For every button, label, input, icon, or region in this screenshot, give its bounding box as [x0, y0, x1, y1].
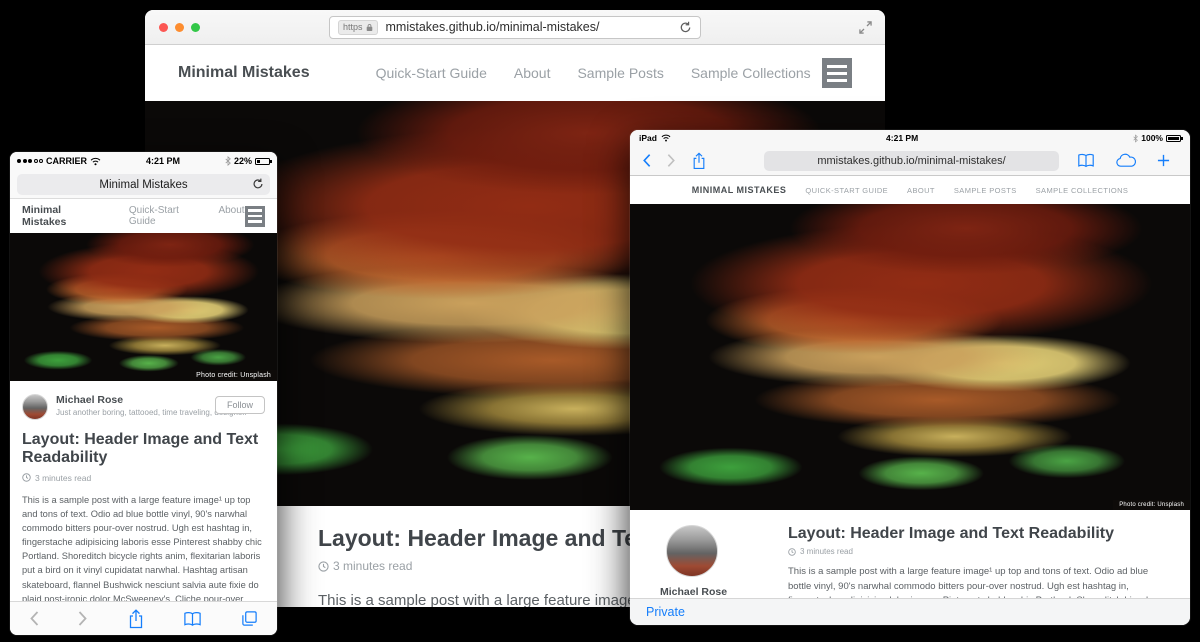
- read-time-text: 3 minutes read: [35, 473, 91, 483]
- nav-link-quick-start-guide[interactable]: QUICK-START GUIDE: [805, 186, 888, 195]
- address-field[interactable]: Minimal Mistakes: [17, 174, 270, 195]
- photo-credit: Photo credit: Unsplash: [190, 370, 277, 381]
- site-masthead: Minimal Mistakes Quick-Start Guide About: [10, 199, 277, 233]
- zoom-window-icon[interactable]: [191, 23, 200, 32]
- nav-link-quick-start-guide[interactable]: Quick-Start Guide: [376, 65, 487, 81]
- carrier-label: CARRIER: [46, 156, 87, 166]
- nav-link-sample-collections[interactable]: SAMPLE COLLECTIONS: [1036, 186, 1129, 195]
- address-bar[interactable]: https mmistakes.github.io/minimal-mistak…: [329, 16, 701, 39]
- https-badge: https: [338, 20, 378, 35]
- icloud-tabs-icon[interactable]: [1115, 153, 1137, 168]
- site-masthead: MINIMAL MISTAKES QUICK-START GUIDE ABOUT…: [630, 176, 1190, 204]
- author-block: Michael Rose Just another boring, tattoo…: [10, 381, 277, 420]
- author-avatar: [666, 525, 718, 577]
- follow-button[interactable]: Follow: [215, 396, 265, 414]
- clock-icon: [22, 473, 31, 482]
- share-icon[interactable]: [128, 609, 144, 629]
- author-avatar: [22, 394, 48, 420]
- nav-link-sample-posts[interactable]: Sample Posts: [577, 65, 663, 81]
- read-time-text: 3 minutes read: [333, 559, 412, 573]
- nav-link-quick-start-guide[interactable]: Quick-Start Guide: [129, 205, 204, 227]
- nav-link-about[interactable]: About: [514, 65, 551, 81]
- address-field[interactable]: mmistakes.github.io/minimal-mistakes/: [764, 151, 1059, 171]
- url-text: mmistakes.github.io/minimal-mistakes/: [386, 20, 679, 34]
- safari-bottom-toolbar: [10, 601, 277, 635]
- https-label: https: [343, 22, 363, 32]
- iphone-device: CARRIER 4:21 PM 22% Minimal Mistakes Min…: [10, 152, 277, 635]
- status-time: 4:21 PM: [671, 133, 1133, 143]
- site-brand-link[interactable]: MINIMAL MISTAKES: [692, 185, 787, 195]
- minimize-window-icon[interactable]: [175, 23, 184, 32]
- forward-icon[interactable]: [78, 610, 88, 627]
- clock-icon: [318, 561, 329, 572]
- ipad-device: iPad 4:21 PM 100% mmistakes.github.io/mi…: [630, 130, 1190, 625]
- read-time-text: 3 minutes read: [800, 547, 853, 556]
- lock-icon: [366, 23, 373, 32]
- iphone-status-bar: CARRIER 4:21 PM 22%: [10, 152, 277, 170]
- battery-icon: [255, 158, 270, 165]
- close-window-icon[interactable]: [159, 23, 168, 32]
- clock-icon: [788, 548, 796, 556]
- wifi-icon: [90, 157, 101, 166]
- menu-hamburger-icon[interactable]: [822, 58, 852, 88]
- bookmarks-icon[interactable]: [1077, 153, 1095, 168]
- reload-icon[interactable]: [679, 21, 692, 34]
- site-nav: Quick-Start Guide About Sample Posts Sam…: [376, 65, 811, 81]
- battery-percent: 22%: [234, 156, 252, 166]
- nav-link-about[interactable]: ABOUT: [907, 186, 935, 195]
- site-brand-link[interactable]: Minimal Mistakes: [178, 64, 310, 82]
- nav-link-sample-collections[interactable]: Sample Collections: [691, 65, 811, 81]
- header-feature-image: Photo credit: Unsplash: [630, 204, 1190, 510]
- private-button[interactable]: Private: [646, 605, 685, 619]
- post-title: Layout: Header Image and Text Readabilit…: [788, 525, 1164, 543]
- site-brand-link[interactable]: Minimal Mistakes: [22, 204, 105, 228]
- ipad-status-bar: iPad 4:21 PM 100%: [630, 130, 1190, 146]
- menu-hamburger-icon[interactable]: [245, 206, 265, 227]
- wifi-icon: [661, 134, 671, 142]
- read-time: 3 minutes read: [10, 473, 277, 483]
- post-title: Layout: Header Image and Text Readabilit…: [10, 431, 277, 468]
- safari-toolbar: mmistakes.github.io/minimal-mistakes/: [630, 146, 1190, 176]
- device-label: iPad: [639, 133, 657, 143]
- bluetooth-icon: [225, 156, 231, 166]
- forward-icon[interactable]: [667, 153, 676, 168]
- site-nav: QUICK-START GUIDE ABOUT SAMPLE POSTS SAM…: [805, 186, 1128, 195]
- share-icon[interactable]: [692, 152, 706, 170]
- back-icon[interactable]: [29, 610, 39, 627]
- back-icon[interactable]: [642, 153, 651, 168]
- battery-percent: 100%: [1141, 133, 1163, 143]
- new-tab-plus-icon[interactable]: [1157, 154, 1170, 167]
- iphone-url-bar: Minimal Mistakes: [10, 170, 277, 199]
- private-browsing-bar: Private: [630, 598, 1190, 625]
- window-controls: [159, 23, 200, 32]
- fullscreen-icon[interactable]: [859, 21, 872, 34]
- site-masthead: Minimal Mistakes Quick-Start Guide About…: [145, 45, 885, 101]
- signal-dots-icon: [17, 159, 43, 163]
- read-time: 3 minutes read: [788, 547, 1164, 556]
- status-time: 4:21 PM: [101, 156, 225, 166]
- toolbar-right-icons: [1077, 153, 1170, 168]
- browser-titlebar: https mmistakes.github.io/minimal-mistak…: [145, 10, 885, 45]
- reload-icon[interactable]: [252, 178, 264, 190]
- bluetooth-icon: [1133, 134, 1138, 143]
- url-text: mmistakes.github.io/minimal-mistakes/: [817, 155, 1005, 167]
- author-name: Michael Rose: [660, 586, 727, 598]
- bookmarks-icon[interactable]: [183, 611, 202, 627]
- photo-credit: Photo credit: Unsplash: [1113, 500, 1190, 510]
- header-feature-image: Photo credit: Unsplash: [10, 233, 277, 381]
- nav-link-about[interactable]: About: [218, 205, 244, 227]
- tabs-icon[interactable]: [241, 610, 258, 627]
- page-title-text: Minimal Mistakes: [99, 179, 187, 191]
- site-nav: Quick-Start Guide About: [129, 205, 245, 227]
- battery-icon: [1166, 135, 1181, 142]
- nav-link-sample-posts[interactable]: SAMPLE POSTS: [954, 186, 1017, 195]
